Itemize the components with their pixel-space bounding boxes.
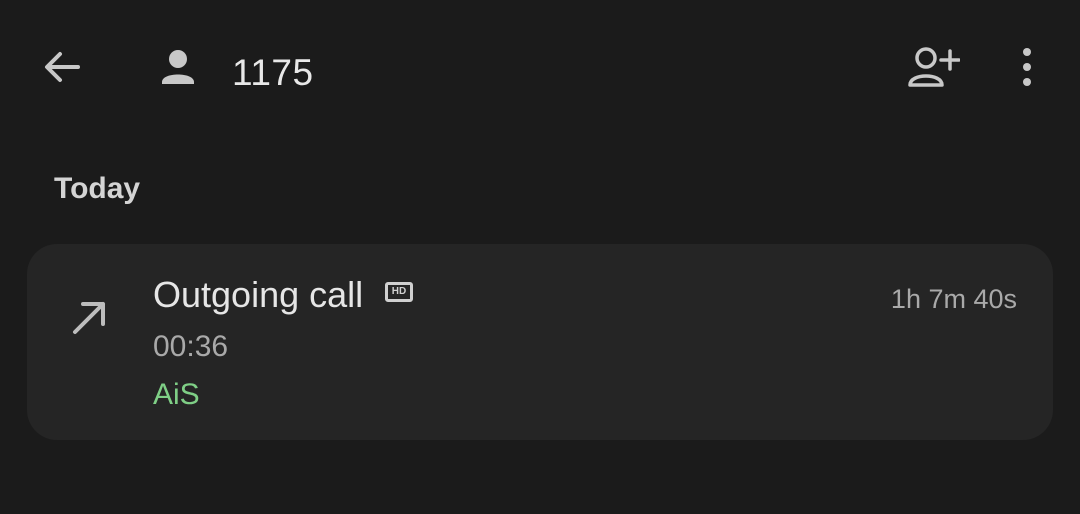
more-options-button[interactable]: [1002, 38, 1052, 96]
section-header-today: Today: [54, 172, 141, 205]
page-title: 1175: [232, 52, 314, 93]
add-contact-button[interactable]: [900, 38, 966, 96]
call-details-screen: 1175 Today Outgoing call HD 00:36 AiS 1h…: [0, 0, 1080, 514]
top-app-bar: 1175: [0, 0, 1080, 140]
call-time-ago: 1h 7m 40s: [890, 284, 1017, 314]
call-duration: 00:36: [153, 330, 229, 363]
back-button[interactable]: [30, 38, 94, 96]
more-vert-icon: [1023, 48, 1031, 86]
call-made-icon: [73, 302, 105, 334]
hd-icon: HD: [385, 282, 413, 302]
call-type-label: Outgoing call: [153, 274, 364, 315]
call-log-item[interactable]: Outgoing call HD 00:36 AiS 1h 7m 40s: [27, 244, 1053, 440]
person-icon: [162, 50, 194, 84]
sim-label: AiS: [153, 378, 200, 411]
person-add-icon: [908, 47, 960, 87]
arrow-back-icon: [45, 52, 80, 82]
